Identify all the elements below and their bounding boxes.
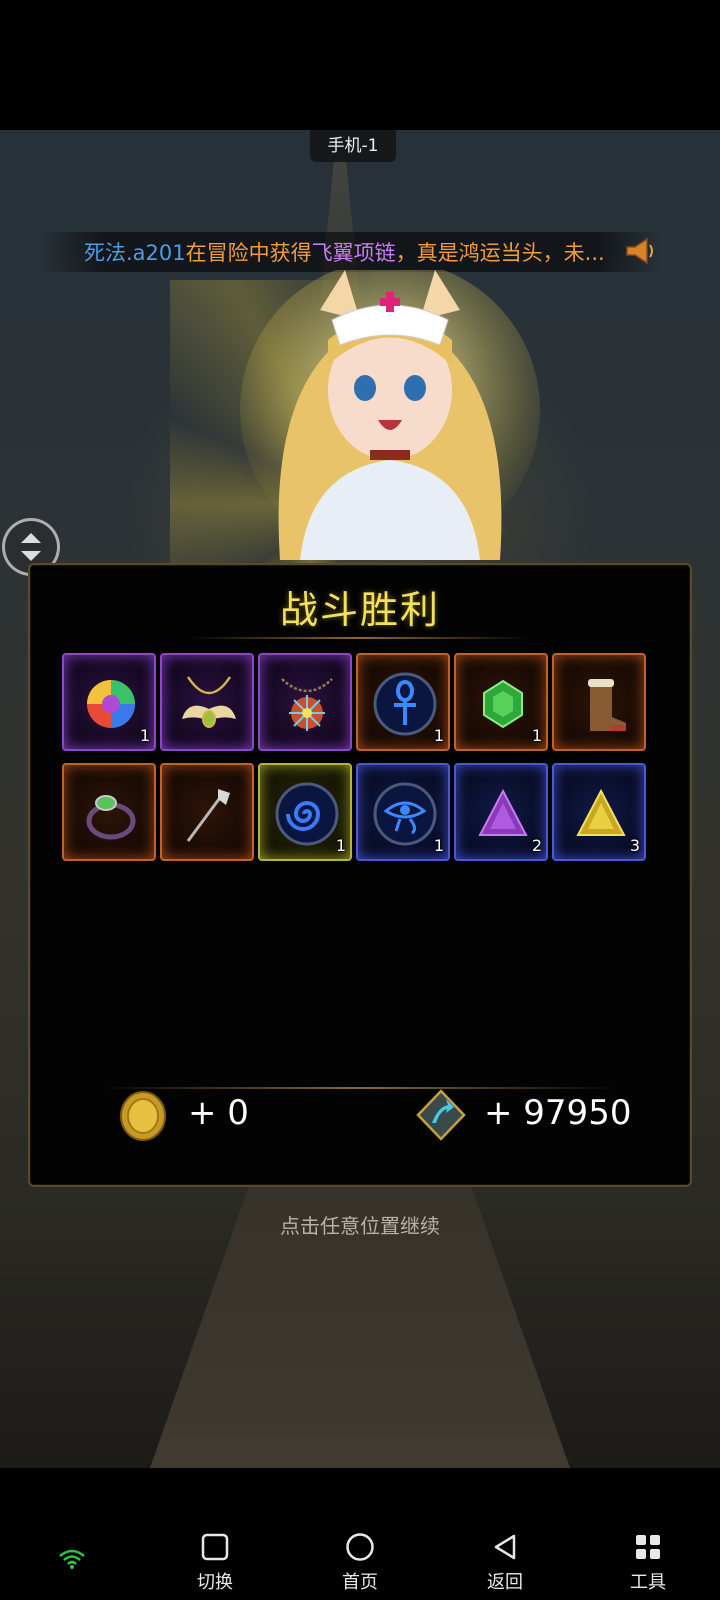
broadcast-item: 飞翼项链 — [311, 241, 396, 265]
jeweled-necklace-icon — [281, 678, 333, 731]
reward-item-slot[interactable]: 1 — [454, 653, 548, 751]
result-title: 战斗胜利 — [279, 588, 440, 632]
title-divider — [190, 637, 530, 639]
spiral-rune-icon — [275, 782, 339, 846]
reward-item-slot[interactable] — [552, 653, 646, 751]
staff-icon — [186, 789, 230, 842]
item-quantity: 1 — [531, 726, 542, 745]
green-ring-icon — [86, 795, 136, 840]
tools-button[interactable]: 工具 — [603, 1520, 693, 1600]
square-icon — [201, 1533, 229, 1561]
reward-item-slot[interactable]: 1 — [356, 653, 450, 751]
system-navigation-bar: 切换 首页 返回 工具 — [0, 1520, 720, 1600]
item-quantity: 1 — [433, 726, 444, 745]
tools-label: 工具 — [630, 1572, 666, 1593]
back-label: 返回 — [487, 1572, 523, 1593]
reward-item-slot[interactable] — [160, 653, 254, 751]
exp-arrow-icon — [416, 1089, 466, 1141]
megaphone-icon — [626, 237, 653, 265]
eye-rune-icon — [373, 782, 437, 846]
tap-to-continue-hint: 点击任意位置继续 — [280, 1214, 440, 1238]
broadcast-text-after: ，真是鸿运当头，未... — [395, 241, 605, 265]
home-button[interactable]: 首页 — [315, 1520, 405, 1600]
item-quantity: 1 — [139, 726, 150, 745]
reward-item-slot[interactable]: 1 — [356, 763, 450, 861]
item-quantity: 1 — [433, 836, 444, 855]
broadcast-banner: 死法.a201在冒险中获得飞翼项链，真是鸿运当头，未... — [40, 232, 660, 272]
home-label: 首页 — [342, 1572, 378, 1593]
back-button[interactable]: 返回 — [460, 1520, 550, 1600]
grid-icon — [636, 1535, 660, 1559]
reward-item-slot[interactable]: 3 — [552, 763, 646, 861]
ankh-rune-icon — [373, 672, 437, 736]
switch-button[interactable]: 切换 — [170, 1520, 260, 1600]
reward-item-slot[interactable]: 2 — [454, 763, 548, 861]
item-quantity: 2 — [531, 836, 542, 855]
wifi-icon — [59, 1549, 85, 1569]
bottom-spacer — [0, 1468, 720, 1520]
device-label: 手机-1 — [310, 130, 396, 162]
circle-icon — [346, 1533, 374, 1561]
item-quantity: 3 — [629, 836, 640, 855]
back-triangle-icon — [494, 1534, 516, 1560]
fur-boots-icon — [588, 679, 626, 731]
gold-gain: + 0 — [188, 1093, 249, 1133]
reward-item-slot[interactable] — [160, 763, 254, 861]
switch-label: 切换 — [197, 1572, 233, 1593]
broadcast-player: 死法.a201 — [84, 241, 186, 265]
battle-result-panel: 战斗胜利 1 1 1 1 1 2 3 + 0 + 97950 — [28, 563, 692, 1187]
reward-item-slot[interactable] — [62, 763, 156, 861]
broadcast-text-before: 在冒险中获得 — [185, 241, 312, 265]
reward-divider — [100, 1087, 620, 1089]
winged-necklace-icon — [182, 676, 236, 728]
gold-coin-icon — [120, 1091, 166, 1141]
reward-item-slot[interactable]: 1 — [258, 763, 352, 861]
rainbow-orb-icon — [87, 680, 135, 728]
purple-crystal-icon — [478, 788, 528, 836]
green-gem-icon — [483, 679, 523, 729]
yellow-crystal-icon — [576, 788, 626, 836]
reward-item-slot[interactable] — [258, 653, 352, 751]
status-bar-area — [0, 0, 720, 130]
reward-item-slot[interactable]: 1 — [62, 653, 156, 751]
exp-gain: + 97950 — [484, 1093, 632, 1133]
character-portrait — [240, 270, 540, 560]
item-quantity: 1 — [335, 836, 346, 855]
